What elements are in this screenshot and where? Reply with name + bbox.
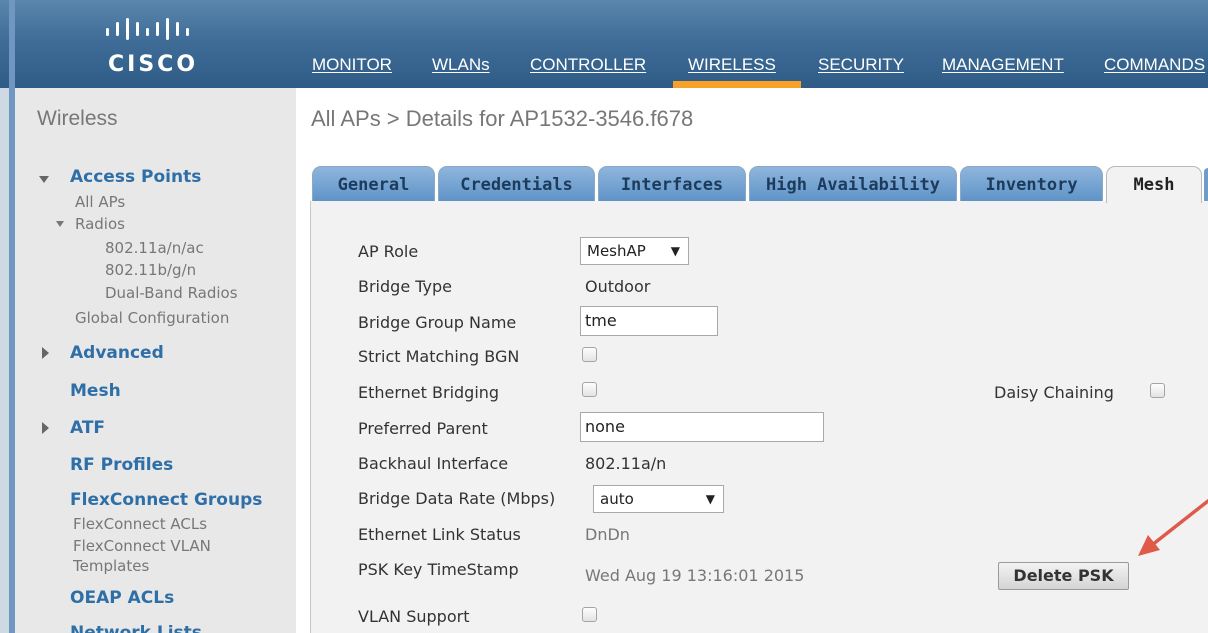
sidebar-item-global-configuration[interactable]: Global Configuration bbox=[75, 309, 229, 327]
ethernet-link-status-label: Ethernet Link Status bbox=[358, 525, 521, 544]
nav-security[interactable]: SECURITY bbox=[818, 55, 904, 75]
tab-interfaces[interactable]: Interfaces bbox=[598, 166, 746, 201]
sidebar-item-radios[interactable]: Radios bbox=[75, 215, 125, 233]
strict-matching-bgn-checkbox[interactable] bbox=[582, 347, 597, 362]
sidebar-item-flexconnect-vlan-templates[interactable]: Templates bbox=[73, 557, 149, 575]
nav-management[interactable]: MANAGEMENT bbox=[942, 55, 1064, 75]
delete-psk-button[interactable]: Delete PSK bbox=[998, 562, 1129, 590]
tab-mesh[interactable]: Mesh bbox=[1106, 166, 1202, 203]
dropdown-arrow-icon: ▼ bbox=[670, 244, 680, 258]
sidebar-item-radio-80211anac[interactable]: 802.11a/n/ac bbox=[105, 239, 204, 257]
cisco-logo-text: CISCO bbox=[108, 52, 199, 77]
sidebar-item-access-points[interactable]: Access Points bbox=[70, 167, 201, 187]
sidebar-item-all-aps[interactable]: All APs bbox=[75, 193, 125, 211]
bridge-data-rate-value: auto bbox=[600, 490, 634, 508]
sidebar-item-radio-80211bgn[interactable]: 802.11b/g/n bbox=[105, 261, 196, 279]
ap-role-value: MeshAP bbox=[587, 242, 646, 260]
psk-key-timestamp-value: Wed Aug 19 13:16:01 2015 bbox=[585, 566, 805, 585]
tab-overflow-edge bbox=[1204, 168, 1208, 201]
nav-active-indicator bbox=[673, 81, 801, 88]
preferred-parent-input[interactable]: none bbox=[580, 412, 824, 442]
nav-monitor[interactable]: MONITOR bbox=[312, 55, 392, 75]
ethernet-bridging-checkbox[interactable] bbox=[582, 382, 597, 397]
backhaul-interface-value: 802.11a/n bbox=[585, 454, 667, 473]
tab-credentials[interactable]: Credentials bbox=[438, 166, 595, 201]
nav-wlans[interactable]: WLANs bbox=[432, 55, 490, 75]
tab-high-availability[interactable]: High Availability bbox=[749, 166, 957, 201]
nav-commands[interactable]: COMMANDS bbox=[1104, 55, 1208, 75]
header-edge bbox=[9, 0, 15, 88]
strict-matching-bgn-label: Strict Matching BGN bbox=[358, 347, 520, 366]
sidebar-item-dual-band-radios[interactable]: Dual-Band Radios bbox=[105, 284, 238, 302]
backhaul-interface-label: Backhaul Interface bbox=[358, 454, 509, 473]
nav-controller[interactable]: CONTROLLER bbox=[530, 55, 646, 75]
sidebar-item-flexconnect-acls[interactable]: FlexConnect ACLs bbox=[73, 515, 207, 533]
nav-wireless[interactable]: WIRELESS bbox=[688, 55, 776, 75]
window-edge bbox=[0, 0, 9, 633]
sidebar-item-network-lists[interactable]: Network Lists bbox=[70, 621, 202, 633]
sidebar-item-oeap-acls[interactable]: OEAP ACLs bbox=[70, 588, 174, 608]
psk-key-timestamp-label: PSK Key TimeStamp bbox=[358, 560, 519, 579]
sidebar-item-rf-profiles[interactable]: RF Profiles bbox=[70, 455, 173, 475]
sidebar-title: Wireless bbox=[37, 107, 118, 130]
expand-down-icon[interactable] bbox=[56, 221, 64, 227]
ap-role-label: AP Role bbox=[358, 242, 419, 261]
bridge-group-name-label: Bridge Group Name bbox=[358, 313, 517, 332]
tab-inventory[interactable]: Inventory bbox=[960, 166, 1103, 201]
bridge-data-rate-select[interactable]: auto ▼ bbox=[593, 485, 724, 513]
ap-role-select[interactable]: MeshAP ▼ bbox=[580, 237, 689, 265]
tab-general[interactable]: General bbox=[312, 166, 435, 201]
dropdown-arrow-icon: ▼ bbox=[705, 492, 715, 506]
bridge-type-value: Outdoor bbox=[585, 277, 651, 296]
bridge-group-name-input[interactable]: tme bbox=[580, 306, 718, 336]
sidebar-item-atf[interactable]: ATF bbox=[70, 418, 105, 438]
expand-down-icon[interactable] bbox=[39, 176, 49, 183]
vlan-support-label: VLAN Support bbox=[358, 607, 470, 626]
ethernet-bridging-label: Ethernet Bridging bbox=[358, 383, 500, 402]
sidebar-item-flexconnect-vlan[interactable]: FlexConnect VLAN bbox=[73, 537, 211, 555]
daisy-chaining-label: Daisy Chaining bbox=[994, 383, 1114, 402]
sidebar-item-flexconnect-groups[interactable]: FlexConnect Groups bbox=[70, 490, 262, 510]
sidebar-item-advanced[interactable]: Advanced bbox=[70, 343, 164, 363]
expand-right-icon[interactable] bbox=[42, 422, 49, 434]
annotation-arrow-icon bbox=[1138, 499, 1208, 556]
bridge-type-label: Bridge Type bbox=[358, 277, 452, 296]
bridge-data-rate-label: Bridge Data Rate (Mbps) bbox=[358, 489, 556, 508]
daisy-chaining-checkbox[interactable] bbox=[1150, 383, 1165, 398]
vlan-support-checkbox[interactable] bbox=[582, 607, 597, 622]
page-title: All APs > Details for AP1532-3546.f678 bbox=[311, 106, 694, 131]
expand-right-icon[interactable] bbox=[42, 347, 49, 359]
ethernet-link-status-value: DnDn bbox=[585, 525, 630, 544]
cisco-logo-icon bbox=[106, 18, 189, 40]
preferred-parent-label: Preferred Parent bbox=[358, 419, 488, 438]
sidebar-item-mesh[interactable]: Mesh bbox=[70, 381, 121, 401]
